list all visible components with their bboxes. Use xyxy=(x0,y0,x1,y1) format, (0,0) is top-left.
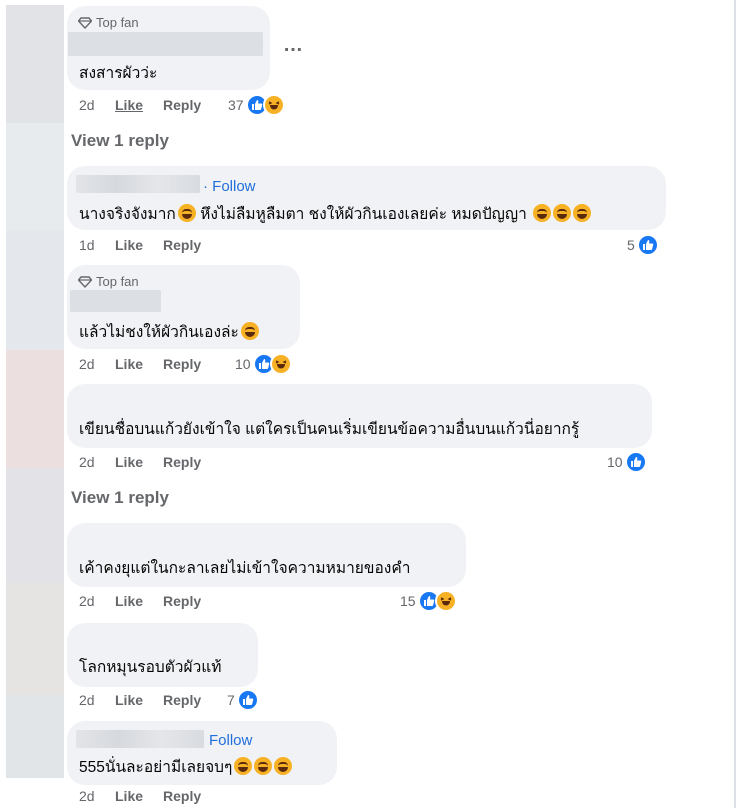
haha-reaction-icon xyxy=(434,590,457,612)
comment-age[interactable]: 2d xyxy=(79,692,115,708)
commenter-name-blurred[interactable] xyxy=(68,32,263,56)
diamond-icon xyxy=(78,16,92,29)
laughing-emoji-icon xyxy=(573,204,592,222)
comment-item: เขียนชื่อบนแก้วยังเข้าใจ แต่ใครเป็นคนเริ… xyxy=(0,378,736,478)
reaction-summary[interactable]: 10 xyxy=(607,451,647,473)
laughing-emoji-icon xyxy=(177,204,196,222)
reaction-summary[interactable]: 5 xyxy=(627,234,659,256)
reply-button[interactable]: Reply xyxy=(163,692,201,708)
reply-button[interactable]: Reply xyxy=(163,788,201,804)
laughing-emoji-icon xyxy=(240,322,259,340)
reply-button[interactable]: Reply xyxy=(163,593,201,609)
reaction-count: 10 xyxy=(607,454,623,470)
laughing-emoji-icon xyxy=(533,204,552,222)
view-replies-link[interactable]: View 1 reply xyxy=(71,488,169,508)
laughing-emoji-icon xyxy=(254,757,273,775)
comment-actions: 2d Like Reply xyxy=(79,593,201,609)
top-fan-label: Top fan xyxy=(96,15,139,30)
comment-text-part: แล้วไม่ชงให้ผัวกินเองล่ะ xyxy=(79,324,239,341)
comment-text: นางจริงจังมาก หึงไม่ลืมหูลืมตา ชงให้ผัวก… xyxy=(79,201,592,226)
laughing-emoji-icon xyxy=(553,204,572,222)
like-button[interactable]: Like xyxy=(115,237,163,253)
comment-text-part: นางจริงจังมาก xyxy=(79,206,176,223)
top-fan-badge: Top fan xyxy=(78,274,139,289)
comment-item: โลกหมุนรอบตัวผัวแท้ 2d Like Reply 7 xyxy=(0,616,736,716)
comment-text: โลกหมุนรอบตัวผัวแท้ xyxy=(79,659,222,676)
like-reaction-icon xyxy=(624,451,647,473)
haha-reaction-icon xyxy=(262,94,285,116)
like-button[interactable]: Like xyxy=(115,454,163,470)
comment-actions: 2d Like Reply xyxy=(79,692,201,708)
like-reaction-icon xyxy=(636,234,659,256)
comment-text-part: หึงไม่ลืมหูลืมตา ชงให้ผัวกินเองเลยค่ะ หม… xyxy=(195,206,532,223)
comment-text: เขียนชื่อบนแก้วยังเข้าใจ แต่ใครเป็นคนเริ… xyxy=(79,421,580,438)
comment-age[interactable]: 2d xyxy=(79,788,115,804)
haha-reaction-icon xyxy=(269,353,292,375)
reaction-summary[interactable]: 10 xyxy=(235,353,292,375)
like-reaction-icon xyxy=(236,689,259,711)
comment-text-part: 555นั่นละอย่ามีเลยจบๆ xyxy=(79,759,233,776)
commenter-name-blurred[interactable] xyxy=(70,290,161,312)
follow-link[interactable]: · Follow xyxy=(203,178,256,195)
reaction-summary[interactable]: 15 xyxy=(400,590,457,612)
commenter-name-blurred[interactable] xyxy=(76,730,204,748)
comment-text: เค้าคงยุแต่ในกะลาเลยไม่เข้าใจความหมายของ… xyxy=(79,560,411,577)
reply-button[interactable]: Reply xyxy=(163,356,201,372)
comment-actions: 2d Like Reply xyxy=(79,97,201,113)
follow-link[interactable]: Follow xyxy=(209,732,252,749)
reply-button[interactable]: Reply xyxy=(163,237,201,253)
comment-actions: 2d Like Reply xyxy=(79,356,201,372)
comment-age[interactable]: 2d xyxy=(79,356,115,372)
laughing-emoji-icon xyxy=(274,757,293,775)
reply-button[interactable]: Reply xyxy=(163,97,201,113)
comment-item: เค้าคงยุแต่ในกะลาเลยไม่เข้าใจความหมายของ… xyxy=(0,517,736,617)
comment-age[interactable]: 1d xyxy=(79,237,115,253)
like-button[interactable]: Like xyxy=(115,593,163,609)
comment-actions: 2d Like Reply xyxy=(79,788,201,804)
like-button[interactable]: Like xyxy=(115,97,163,113)
comment-item: Top fan แล้วไม่ชงให้ผัวกินเองล่ะ 2d Like… xyxy=(0,258,736,378)
like-button[interactable]: Like xyxy=(115,788,163,804)
comment-age[interactable]: 2d xyxy=(79,97,115,113)
comment-text: 555นั่นละอย่ามีเลยจบๆ xyxy=(79,754,293,779)
comment-item: Follow 555นั่นละอย่ามีเลยจบๆ 2d Like Rep… xyxy=(0,714,736,808)
reaction-count: 15 xyxy=(400,593,416,609)
reaction-count: 37 xyxy=(228,97,244,113)
more-options-icon[interactable]: … xyxy=(283,34,304,57)
reaction-count: 10 xyxy=(235,356,251,372)
reply-button[interactable]: Reply xyxy=(163,454,201,470)
comment-text: แล้วไม่ชงให้ผัวกินเองล่ะ xyxy=(79,319,259,344)
comment-actions: 2d Like Reply xyxy=(79,454,201,470)
reaction-summary[interactable]: 37 xyxy=(228,94,285,116)
comment-item: · Follow นางจริงจังมาก หึงไม่ลืมหูลืมตา … xyxy=(0,160,736,260)
like-button[interactable]: Like xyxy=(115,356,163,372)
comment-age[interactable]: 2d xyxy=(79,454,115,470)
comment-text: สงสารผัวว่ะ xyxy=(79,65,158,82)
comment-item: Top fan สงสารผัวว่ะ … 2d Like Reply 37 xyxy=(0,0,736,120)
comment-actions: 1d Like Reply xyxy=(79,237,201,253)
reaction-count: 5 xyxy=(627,237,635,253)
diamond-icon xyxy=(78,275,92,288)
follow-label: Follow xyxy=(212,178,256,195)
view-replies-link[interactable]: View 1 reply xyxy=(71,131,169,151)
commenter-name-blurred[interactable] xyxy=(76,175,200,193)
separator-dot: · xyxy=(203,178,213,195)
top-fan-label: Top fan xyxy=(96,274,139,289)
laughing-emoji-icon xyxy=(234,757,253,775)
reaction-summary[interactable]: 7 xyxy=(227,689,259,711)
comment-age[interactable]: 2d xyxy=(79,593,115,609)
top-fan-badge: Top fan xyxy=(78,15,139,30)
like-button[interactable]: Like xyxy=(115,692,163,708)
reaction-count: 7 xyxy=(227,692,235,708)
